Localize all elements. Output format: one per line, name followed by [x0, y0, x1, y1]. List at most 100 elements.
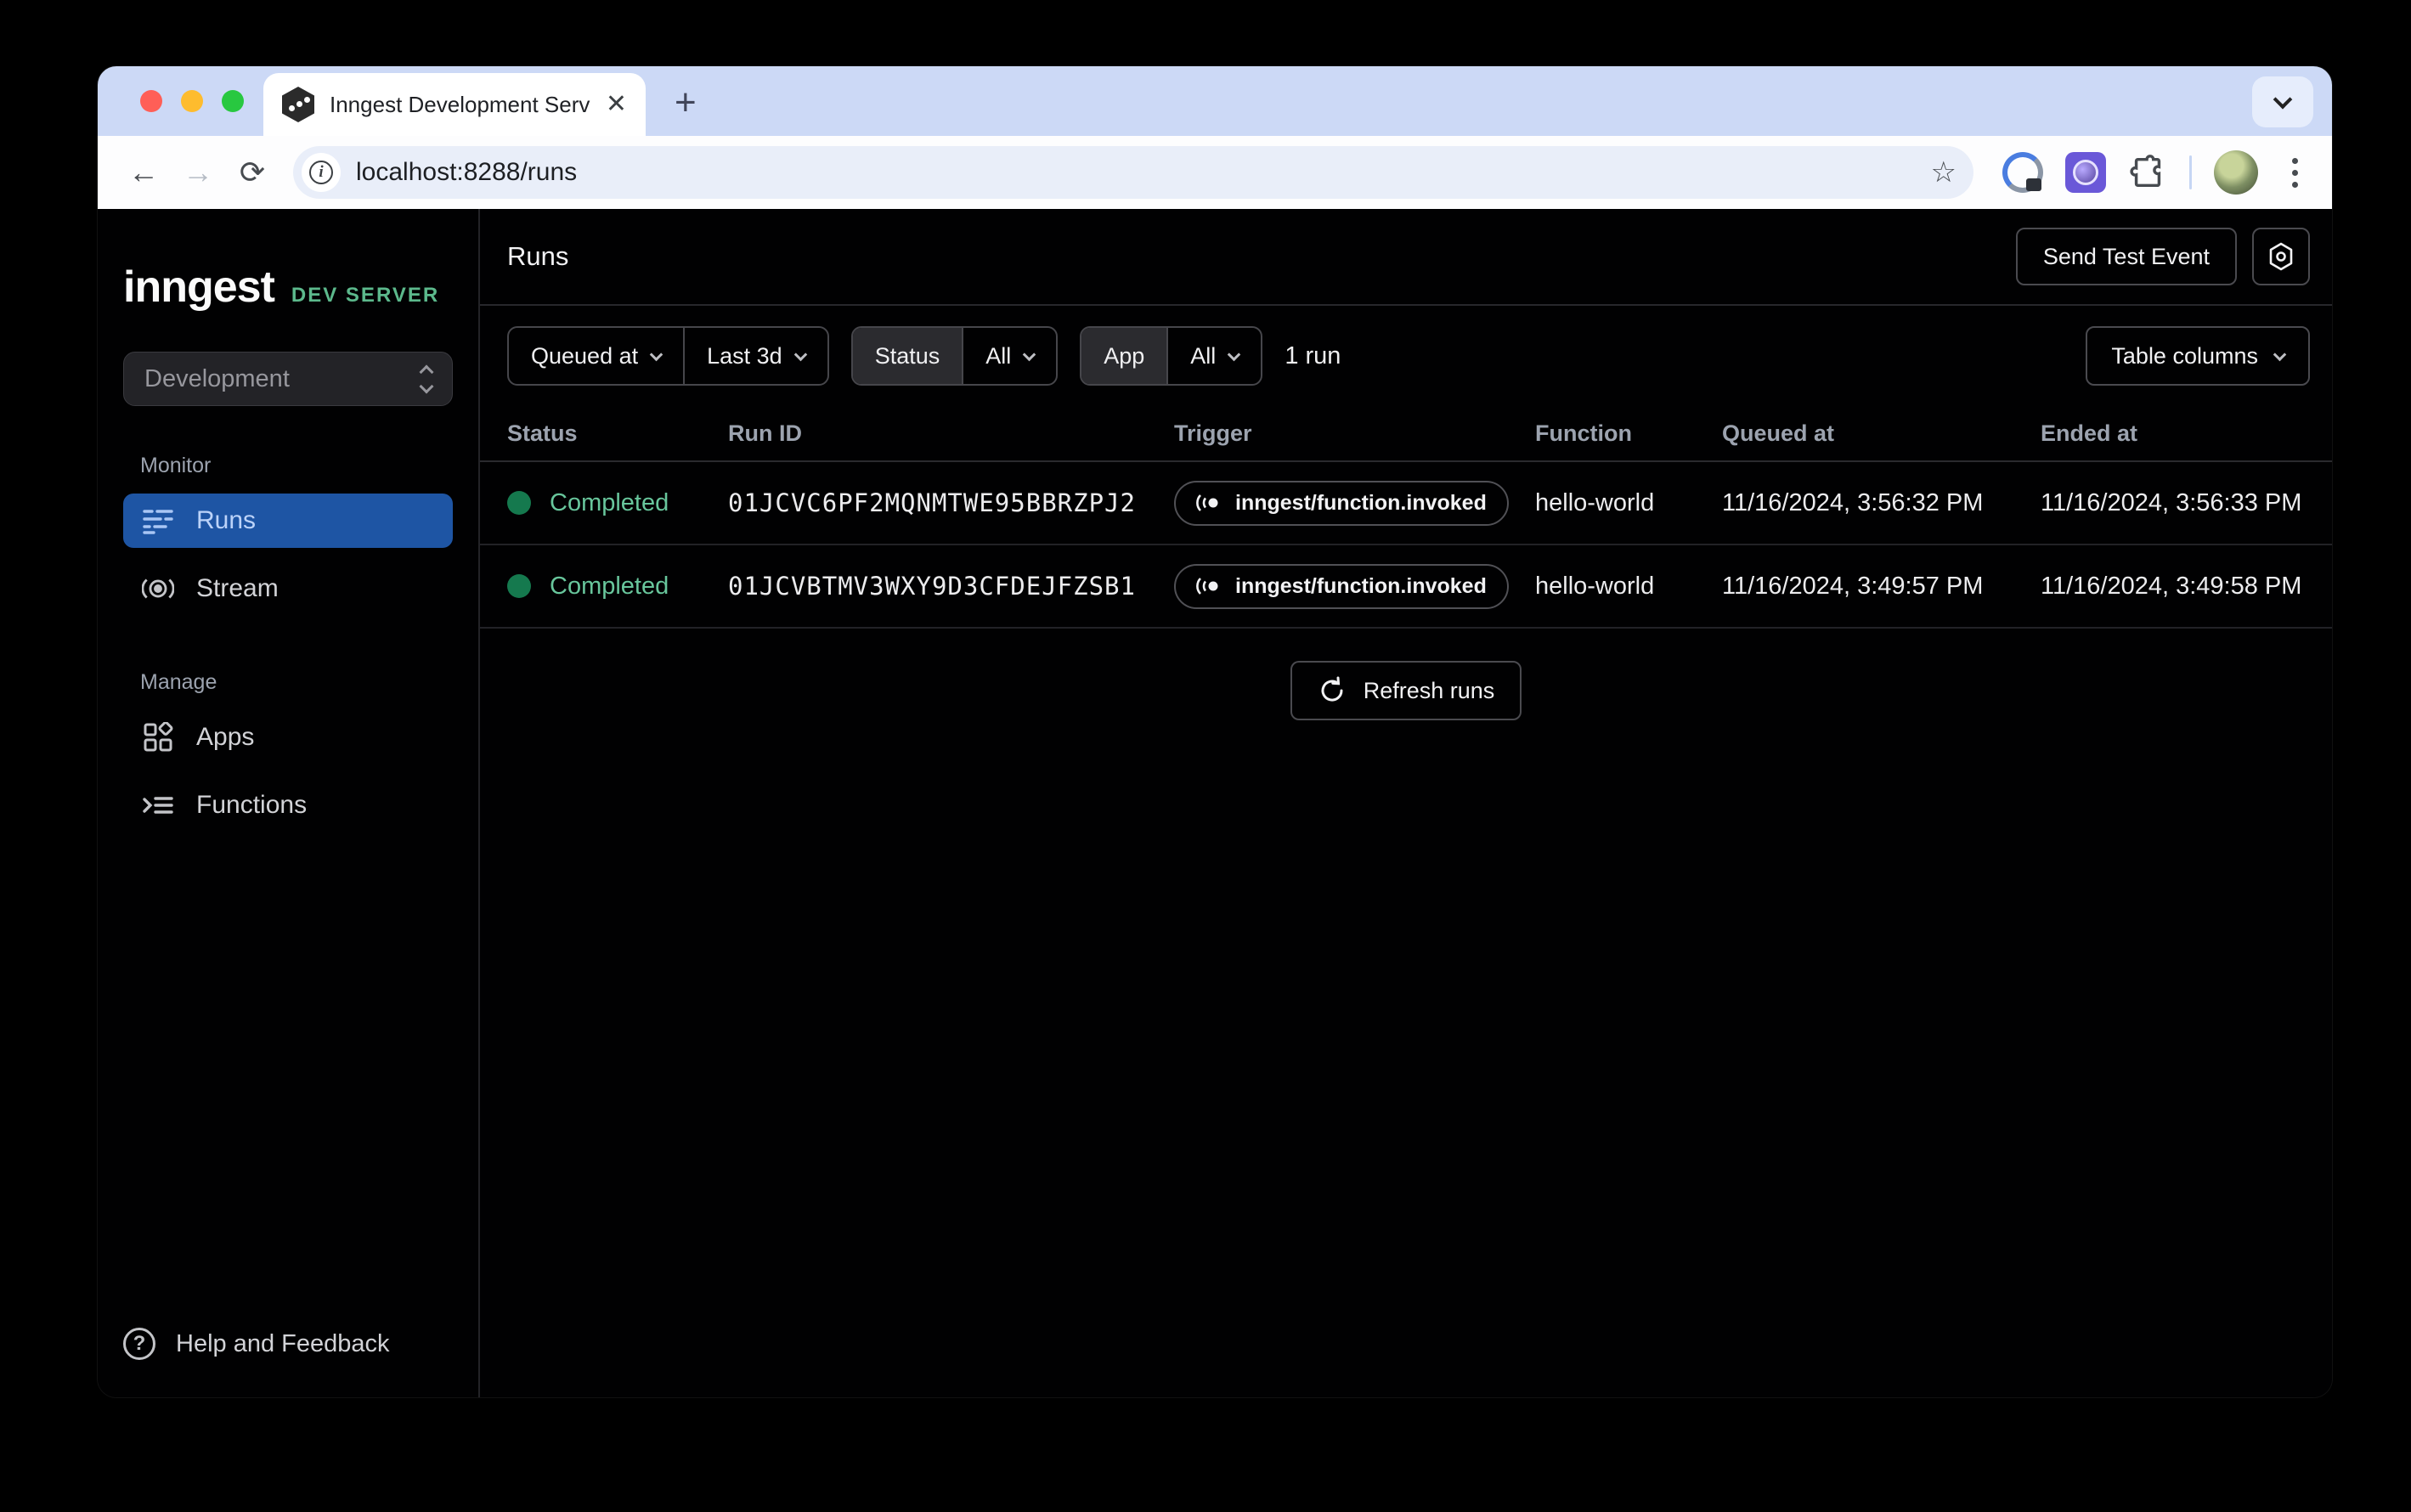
- tab-close-icon[interactable]: ✕: [606, 92, 627, 117]
- close-window-button[interactable]: [140, 90, 162, 112]
- help-question-icon: ?: [123, 1328, 155, 1360]
- time-range-dropdown[interactable]: Last 3d: [683, 328, 827, 384]
- page-title: Runs: [507, 241, 568, 272]
- apps-grid-icon: [142, 722, 174, 753]
- refresh-icon: [1318, 676, 1347, 705]
- column-header-ended-at: Ended at: [2041, 420, 2332, 447]
- sidebar-item-runs[interactable]: Runs: [123, 494, 453, 548]
- column-header-run-id: Run ID: [728, 420, 1174, 447]
- status-filter-group: Status All: [851, 326, 1059, 386]
- time-field-value: Queued at: [531, 343, 638, 370]
- help-label: Help and Feedback: [176, 1330, 390, 1358]
- toolbar-divider: [2189, 155, 2192, 189]
- run-id[interactable]: 01JCVC6PF2MQNMTWE95BBRZPJ2: [728, 488, 1174, 517]
- trigger-badge[interactable]: inngest/function.invoked: [1174, 564, 1509, 609]
- ended-at-time: 11/16/2024, 3:49:58 PM: [2041, 573, 2332, 601]
- browser-tab-active[interactable]: Inngest Development Server ✕: [263, 73, 646, 136]
- sidebar-item-apps[interactable]: Apps: [123, 710, 453, 764]
- function-name[interactable]: hello-world: [1535, 489, 1722, 517]
- send-test-event-button[interactable]: Send Test Event: [2016, 228, 2237, 285]
- run-status: Completed: [550, 573, 669, 601]
- forward-button[interactable]: →: [174, 149, 222, 196]
- event-trigger-icon: [1196, 493, 1222, 513]
- chevron-down-icon: [1228, 347, 1241, 361]
- main-content: Runs Send Test Event Queued at: [480, 209, 2332, 1397]
- trigger-badge[interactable]: inngest/function.invoked: [1174, 481, 1509, 526]
- updown-chevron-icon: [421, 367, 432, 392]
- runs-table: Status Run ID Trigger Function Queued at…: [480, 406, 2332, 753]
- inngest-logo-text: inngest: [123, 262, 274, 313]
- browser-tabstrip: Inngest Development Server ✕ +: [98, 66, 2332, 136]
- function-name[interactable]: hello-world: [1535, 573, 1722, 601]
- help-and-feedback-link[interactable]: ? Help and Feedback: [123, 1328, 390, 1360]
- profile-avatar[interactable]: [2214, 150, 2258, 195]
- logo: inngest DEV SERVER: [123, 262, 453, 313]
- filter-bar: Queued at Last 3d Status All: [480, 306, 2332, 406]
- password-manager-extension-icon[interactable]: [2002, 152, 2043, 193]
- tab-search-chevron-button[interactable]: [2252, 76, 2313, 127]
- column-header-queued-at: Queued at: [1722, 420, 2041, 447]
- minimize-window-button[interactable]: [181, 90, 203, 112]
- run-count: 1 run: [1285, 342, 1341, 370]
- app-filter-dropdown[interactable]: All: [1166, 328, 1261, 384]
- reload-button[interactable]: ⟳: [229, 149, 276, 196]
- table-columns-button[interactable]: Table columns: [2086, 326, 2310, 386]
- settings-button[interactable]: [2252, 228, 2310, 285]
- run-id[interactable]: 01JCVBTMV3WXY9D3CFDEJFZSB1: [728, 572, 1174, 601]
- status-completed-dot-icon: [507, 574, 531, 598]
- new-tab-button[interactable]: +: [675, 82, 697, 124]
- environment-value: Development: [144, 365, 290, 393]
- zoom-window-button[interactable]: [222, 90, 244, 112]
- status-filter-dropdown[interactable]: All: [962, 328, 1056, 384]
- refresh-runs-label: Refresh runs: [1364, 678, 1495, 704]
- refresh-runs-button[interactable]: Refresh runs: [1290, 661, 1522, 720]
- time-field-dropdown[interactable]: Queued at: [509, 328, 683, 384]
- window-controls: [140, 90, 244, 112]
- dev-server-badge: DEV SERVER: [291, 284, 439, 307]
- monitor-section-label: Monitor: [140, 454, 453, 478]
- info-icon: i: [309, 161, 333, 184]
- chevron-down-icon: [2273, 347, 2287, 361]
- sidebar-item-stream[interactable]: Stream: [123, 561, 453, 616]
- browser-menu-button[interactable]: [2280, 158, 2310, 188]
- sidebar: inngest DEV SERVER Development Monitor R: [98, 209, 480, 1397]
- chevron-down-icon: [793, 347, 807, 361]
- table-header-row: Status Run ID Trigger Function Queued at…: [480, 406, 2332, 462]
- stream-broadcast-icon: [142, 575, 174, 602]
- status-completed-dot-icon: [507, 491, 531, 515]
- functions-icon: [142, 792, 174, 819]
- queued-at-time: 11/16/2024, 3:49:57 PM: [1722, 573, 2041, 601]
- trigger-name: inngest/function.invoked: [1235, 491, 1487, 516]
- url-text[interactable]: localhost:8288/runs: [356, 158, 1916, 187]
- purple-extension-icon[interactable]: [2065, 152, 2106, 193]
- column-header-status: Status: [507, 420, 728, 447]
- address-bar[interactable]: i localhost:8288/runs ☆: [293, 146, 1973, 199]
- sidebar-item-label: Runs: [196, 506, 256, 535]
- chevron-down-icon: [1023, 347, 1036, 361]
- app-filter-value: All: [1190, 343, 1216, 370]
- chevron-down-icon: [2273, 90, 2293, 110]
- inngest-favicon-icon: [282, 87, 314, 122]
- manage-section-label: Manage: [140, 670, 453, 695]
- app-filter-group: App All: [1080, 326, 1262, 386]
- time-filter-group: Queued at Last 3d: [507, 326, 829, 386]
- table-row[interactable]: Completed 01JCVBTMV3WXY9D3CFDEJFZSB1 inn…: [480, 545, 2332, 629]
- toolbar-extensions: [2002, 150, 2310, 195]
- bookmark-star-icon[interactable]: ☆: [1931, 155, 1956, 189]
- runs-list-icon: [142, 506, 174, 535]
- browser-window: Inngest Development Server ✕ + ← → ⟳ i l…: [98, 66, 2332, 1397]
- extensions-puzzle-icon[interactable]: [2128, 153, 2167, 192]
- table-row[interactable]: Completed 01JCVC6PF2MQNMTWE95BBRZPJ2 inn…: [480, 462, 2332, 545]
- status-filter-value: All: [985, 343, 1011, 370]
- site-info-button[interactable]: i: [302, 153, 341, 192]
- gear-icon: [2266, 241, 2296, 272]
- tab-title: Inngest Development Server: [330, 92, 590, 118]
- trigger-name: inngest/function.invoked: [1235, 574, 1487, 599]
- sidebar-item-label: Apps: [196, 723, 254, 752]
- run-status: Completed: [550, 489, 669, 517]
- event-trigger-icon: [1196, 576, 1222, 596]
- environment-selector[interactable]: Development: [123, 352, 453, 406]
- sidebar-item-functions[interactable]: Functions: [123, 778, 453, 832]
- sidebar-item-label: Functions: [196, 791, 307, 820]
- back-button[interactable]: ←: [120, 149, 167, 196]
